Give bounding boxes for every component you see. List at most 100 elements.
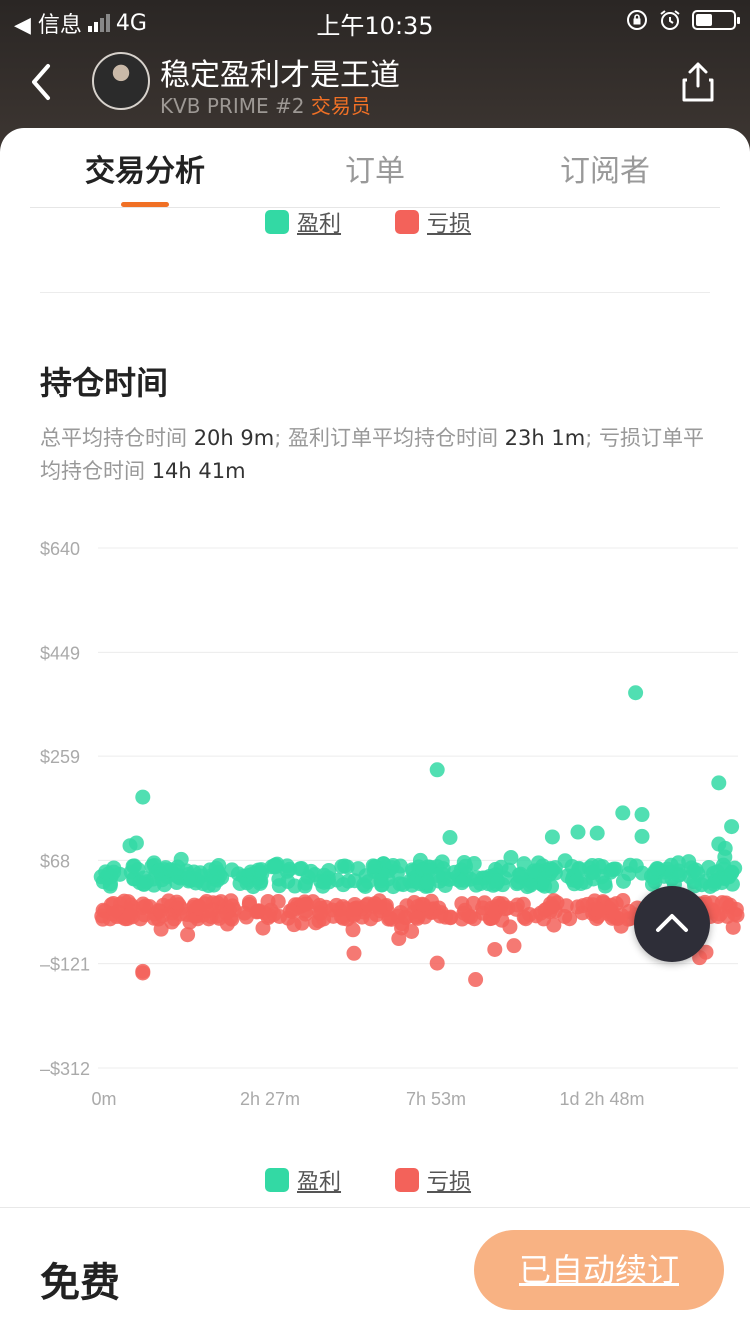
- section-divider: [40, 292, 710, 293]
- loss-point: [224, 911, 240, 927]
- tab-indicator: [121, 202, 169, 207]
- legend-label-loss: 亏损: [427, 1170, 472, 1195]
- profit-point: [419, 874, 435, 890]
- loss-point: [95, 911, 111, 927]
- loss-point: [518, 911, 534, 927]
- loss-point: [725, 919, 741, 935]
- profit-point: [503, 850, 519, 866]
- loss-point: [443, 909, 459, 925]
- tab-bar: 交易分析 订单 订阅者: [30, 128, 720, 208]
- profit-point: [267, 859, 283, 875]
- tab-analysis[interactable]: 交易分析: [45, 146, 245, 190]
- loss-point: [345, 922, 361, 938]
- loss-point: [391, 931, 407, 947]
- x-tick-label: 2h 27m: [240, 1089, 300, 1109]
- profit-point: [717, 840, 733, 856]
- profit-point: [570, 824, 586, 840]
- profit-point: [365, 858, 381, 874]
- y-tick-label: $68: [40, 851, 70, 871]
- profit-point: [606, 861, 622, 877]
- loss-point: [591, 902, 607, 918]
- legend-profit[interactable]: 盈利: [265, 1164, 341, 1196]
- profit-point: [573, 876, 589, 892]
- loss-point: [286, 917, 302, 933]
- profit-point: [711, 775, 727, 791]
- profit-point: [106, 864, 122, 880]
- desc-total-label: 总平均持仓时间: [40, 426, 187, 450]
- x-tick-label: 7h 53m: [406, 1089, 466, 1109]
- profit-point: [589, 825, 605, 841]
- profit-point: [634, 865, 650, 881]
- legend-swatch-loss: [395, 210, 420, 234]
- profit-point: [690, 866, 706, 882]
- loss-point: [414, 896, 430, 912]
- legend-label-profit: 盈利: [297, 212, 342, 237]
- loss-point: [299, 896, 315, 912]
- loss-point: [360, 896, 376, 912]
- auto-renew-button[interactable]: 已自动续订: [474, 1230, 724, 1310]
- loss-point: [409, 910, 425, 926]
- legend-swatch-loss: [395, 1168, 420, 1192]
- content-card: 交易分析 订单 订阅者 盈利 亏损 持仓时间 总平均持仓时间 20h 9m; 盈…: [0, 128, 750, 1334]
- loss-point: [487, 941, 503, 957]
- loss-point: [614, 907, 630, 923]
- legend-profit[interactable]: 盈利: [265, 206, 341, 238]
- profit-point: [454, 875, 470, 891]
- loss-point: [728, 901, 744, 917]
- profit-point: [468, 877, 484, 893]
- loss-point: [558, 898, 574, 914]
- y-tick-label: $259: [40, 747, 80, 767]
- legend-loss[interactable]: 亏损: [395, 1164, 471, 1196]
- legend-swatch-profit: [265, 1168, 289, 1192]
- profit-point: [442, 829, 458, 845]
- chevron-up-icon: [656, 914, 688, 932]
- tab-orders[interactable]: 订单: [275, 146, 475, 190]
- legend-swatch-profit: [265, 210, 289, 234]
- legend-top: 盈利 亏损: [265, 206, 471, 238]
- back-arrow-icon[interactable]: [24, 60, 58, 104]
- profit-point: [615, 805, 631, 821]
- profit-point: [173, 851, 189, 867]
- loss-point: [483, 900, 499, 916]
- profit-point: [162, 862, 178, 878]
- profit-point: [169, 875, 185, 891]
- legend-loss[interactable]: 亏损: [395, 206, 471, 238]
- profit-point: [457, 858, 473, 874]
- x-tick-label: 0m: [91, 1089, 116, 1109]
- loss-point: [120, 894, 136, 910]
- battery-icon: [692, 10, 740, 30]
- account-label: KVB PRIME #2: [160, 94, 305, 118]
- profit-point: [544, 829, 560, 845]
- loss-point: [161, 893, 177, 909]
- y-tick-label: $449: [40, 643, 80, 663]
- profit-point: [208, 860, 224, 876]
- legend-label-profit: 盈利: [297, 1170, 342, 1195]
- scroll-to-top-button[interactable]: [634, 886, 710, 962]
- y-tick-label: –$312: [40, 1059, 90, 1079]
- profit-point: [132, 875, 148, 891]
- profit-point: [315, 878, 331, 894]
- avatar[interactable]: [92, 52, 150, 110]
- y-tick-label: –$121: [40, 955, 90, 975]
- loss-point: [180, 927, 196, 943]
- loss-point: [546, 917, 562, 933]
- orientation-lock-icon: [627, 10, 647, 30]
- desc-loss-value: 14h 41m: [151, 459, 246, 483]
- loss-point: [262, 908, 278, 924]
- tab-subscribers[interactable]: 订阅者: [505, 146, 705, 190]
- loss-point: [135, 963, 151, 979]
- loss-point: [498, 901, 514, 917]
- alarm-icon: [660, 10, 680, 30]
- loss-point: [249, 904, 265, 920]
- loss-point: [346, 945, 362, 961]
- nav-bar: 稳定盈利才是王道 KVB PRIME #2 交易员: [0, 48, 750, 118]
- status-right: [626, 8, 740, 32]
- trader-name: 稳定盈利才是王道: [160, 58, 400, 93]
- holding-description: 总平均持仓时间 20h 9m; 盈利订单平均持仓时间 23h 1m; 亏损订单平…: [40, 422, 720, 488]
- share-icon[interactable]: [680, 60, 716, 104]
- profit-point: [634, 807, 650, 823]
- loss-point: [311, 905, 327, 921]
- loss-point: [153, 921, 169, 937]
- loss-point: [465, 895, 481, 911]
- loss-point: [122, 907, 138, 923]
